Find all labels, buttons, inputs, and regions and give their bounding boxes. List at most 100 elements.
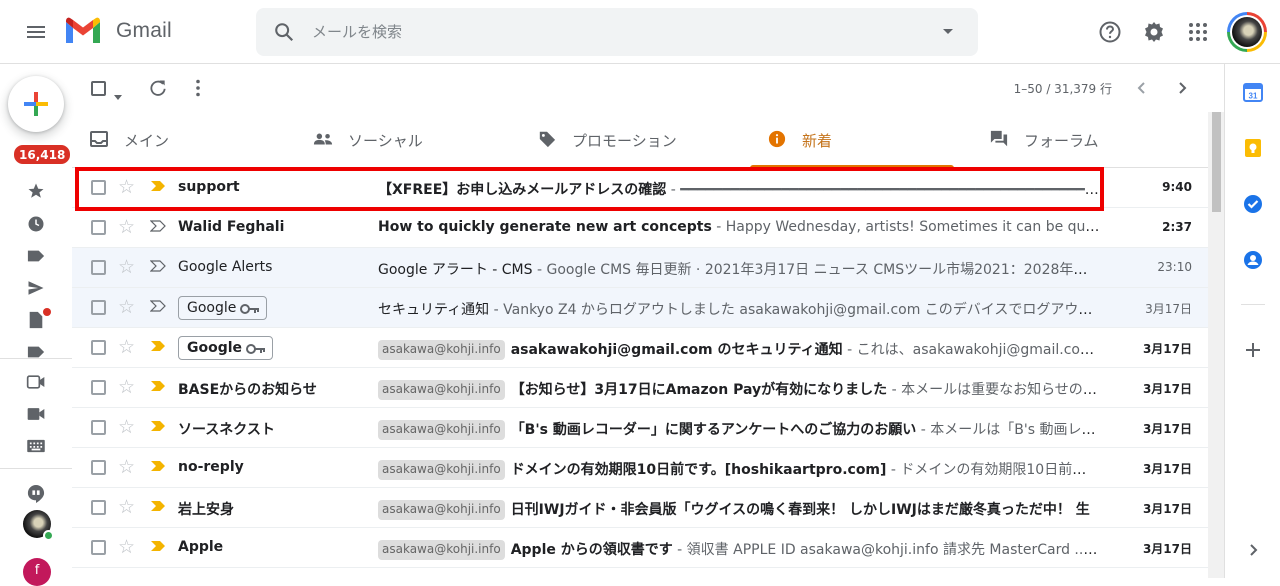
newer-page-chevron-right-icon[interactable] bbox=[1176, 80, 1188, 99]
help-icon[interactable] bbox=[1090, 12, 1130, 52]
meet-join-icon[interactable] bbox=[24, 402, 48, 426]
tasks-icon[interactable] bbox=[1241, 192, 1265, 216]
tab-social[interactable]: ソーシャル bbox=[296, 112, 520, 167]
hangouts-icon[interactable] bbox=[24, 482, 48, 506]
label-chip[interactable]: asakawa@kohji.info bbox=[378, 380, 505, 400]
compose-button[interactable] bbox=[8, 76, 64, 132]
row-checkbox[interactable] bbox=[91, 180, 106, 195]
email-row[interactable]: ☆ support 【XFREE】お申し込みメールアドレスの確認 - ━━━━━… bbox=[72, 168, 1208, 208]
sender-chip: Google bbox=[178, 336, 274, 360]
plus-icon bbox=[24, 92, 48, 116]
gmail-logo-icon[interactable] bbox=[64, 16, 104, 48]
expand-panel-chevron-right-icon[interactable] bbox=[1241, 538, 1265, 562]
email-row[interactable]: ☆ BASEからのお知らせ asakawa@kohji.info 【お知らせ】3月… bbox=[72, 368, 1208, 408]
star-icon[interactable]: ☆ bbox=[118, 216, 138, 238]
contact-avatar[interactable]: f bbox=[23, 558, 51, 586]
label-chip[interactable]: asakawa@kohji.info bbox=[378, 500, 505, 520]
search-options-icon[interactable] bbox=[928, 12, 968, 52]
row-checkbox[interactable] bbox=[91, 260, 106, 275]
row-checkbox[interactable] bbox=[91, 540, 106, 555]
tab-promotions[interactable]: プロモーション bbox=[520, 112, 744, 167]
account-avatar[interactable] bbox=[1227, 12, 1267, 52]
important-marker-icon[interactable] bbox=[150, 340, 166, 354]
scrollbar-thumb[interactable] bbox=[1212, 112, 1221, 212]
apps-grid-icon[interactable] bbox=[1178, 12, 1218, 52]
star-icon[interactable]: ☆ bbox=[118, 456, 138, 478]
tab-primary[interactable]: メイン bbox=[72, 112, 296, 167]
important-marker-icon[interactable] bbox=[149, 220, 166, 234]
keyboard-icon[interactable] bbox=[24, 434, 48, 458]
important-marker-icon[interactable] bbox=[149, 260, 166, 274]
select-dropdown-icon[interactable] bbox=[114, 85, 122, 104]
add-addon-plus-icon[interactable] bbox=[1241, 338, 1265, 362]
hangouts-user-avatar[interactable] bbox=[23, 510, 54, 541]
snoozed-clock-icon[interactable] bbox=[24, 212, 48, 236]
email-row[interactable]: ☆ Google セキュリティ通知 - Vankyo Z4 からログアウトしまし… bbox=[72, 288, 1208, 328]
key-icon bbox=[240, 301, 260, 323]
star-icon[interactable]: ☆ bbox=[118, 296, 138, 318]
label-icon[interactable] bbox=[24, 340, 48, 364]
important-marker-icon[interactable] bbox=[149, 300, 166, 314]
sender-name: 岩上安身 bbox=[178, 502, 234, 518]
settings-gear-icon[interactable] bbox=[1134, 12, 1174, 52]
refresh-icon[interactable] bbox=[148, 78, 168, 102]
more-options-icon[interactable] bbox=[188, 78, 208, 102]
email-row[interactable]: ☆ no-reply asakawa@kohji.info ドメインの有効期限10… bbox=[72, 448, 1208, 488]
email-row[interactable]: ☆ Google Alerts Google アラート - CMS - Goog… bbox=[72, 248, 1208, 288]
email-list-scrollbar[interactable] bbox=[1208, 112, 1224, 578]
star-icon[interactable]: ☆ bbox=[118, 496, 138, 518]
important-marker-icon[interactable] bbox=[150, 420, 166, 434]
email-row[interactable]: ☆ ソースネクスト asakawa@kohji.info 「B's 動画レコーダー… bbox=[72, 408, 1208, 448]
email-snippet: - 本メールは「B's 動画レコーダー」 bbox=[920, 422, 1100, 438]
email-row[interactable]: ☆ Walid Feghali How to quickly generate … bbox=[72, 208, 1208, 248]
search-icon[interactable] bbox=[264, 12, 304, 52]
starred-icon[interactable] bbox=[24, 179, 48, 203]
important-label-icon[interactable] bbox=[24, 244, 48, 268]
label-chip[interactable]: asakawa@kohji.info bbox=[378, 460, 505, 480]
contacts-icon[interactable] bbox=[1241, 248, 1265, 272]
tab-forums[interactable]: フォーラム bbox=[972, 112, 1196, 167]
row-checkbox[interactable] bbox=[91, 460, 106, 475]
important-marker-icon[interactable] bbox=[150, 500, 166, 514]
star-icon[interactable]: ☆ bbox=[118, 416, 138, 438]
email-time: 3月17日 bbox=[1145, 302, 1192, 316]
row-checkbox[interactable] bbox=[91, 220, 106, 235]
unread-count-badge: 16,418 bbox=[13, 144, 72, 165]
row-checkbox[interactable] bbox=[91, 340, 106, 355]
keep-icon[interactable] bbox=[1241, 136, 1265, 160]
row-checkbox[interactable] bbox=[91, 380, 106, 395]
star-icon[interactable]: ☆ bbox=[118, 376, 138, 398]
email-row[interactable]: ☆ 岩上安身 asakawa@kohji.info 日刊IWJガイド・非会員版「ウ… bbox=[72, 488, 1208, 528]
select-all-checkbox[interactable] bbox=[91, 81, 106, 96]
calendar-icon[interactable]: 31 bbox=[1241, 80, 1265, 104]
row-checkbox[interactable] bbox=[91, 300, 106, 315]
email-subject: ドメインの有効期限10日前です。[hoshikaartpro.com] bbox=[510, 462, 887, 478]
sent-icon[interactable] bbox=[24, 276, 48, 300]
important-marker-icon[interactable] bbox=[150, 540, 166, 554]
search-bar[interactable] bbox=[256, 8, 978, 56]
older-page-chevron-left-icon[interactable] bbox=[1136, 80, 1148, 99]
important-marker-icon[interactable] bbox=[150, 180, 166, 194]
label-chip[interactable]: asakawa@kohji.info bbox=[378, 420, 505, 440]
label-chip[interactable]: asakawa@kohji.info bbox=[378, 540, 505, 560]
row-checkbox[interactable] bbox=[91, 500, 106, 515]
sender-name: Apple bbox=[178, 539, 224, 555]
main-menu-icon[interactable] bbox=[16, 12, 56, 52]
star-icon[interactable]: ☆ bbox=[118, 256, 138, 278]
list-toolbar: 1–50 / 31,379 行 bbox=[72, 64, 1208, 112]
meet-new-meeting-icon[interactable] bbox=[24, 370, 48, 394]
important-marker-icon[interactable] bbox=[150, 380, 166, 394]
star-icon[interactable]: ☆ bbox=[118, 336, 138, 358]
row-checkbox[interactable] bbox=[91, 420, 106, 435]
label-chip[interactable]: asakawa@kohji.info bbox=[378, 340, 505, 360]
email-row[interactable]: ☆ Google asakawa@kohji.info asakawakohji@… bbox=[72, 328, 1208, 368]
sender-name: support bbox=[178, 179, 240, 195]
drafts-icon[interactable] bbox=[24, 308, 51, 332]
important-marker-icon[interactable] bbox=[150, 460, 166, 474]
search-input[interactable] bbox=[312, 20, 912, 44]
email-row[interactable]: ☆ Apple asakawa@kohji.info Apple からの領収書です… bbox=[72, 528, 1208, 568]
email-subject: セキュリティ通知 bbox=[378, 302, 490, 318]
star-icon[interactable]: ☆ bbox=[118, 536, 138, 558]
star-icon[interactable]: ☆ bbox=[118, 176, 138, 198]
tab-updates[interactable]: 新着 bbox=[750, 112, 974, 168]
